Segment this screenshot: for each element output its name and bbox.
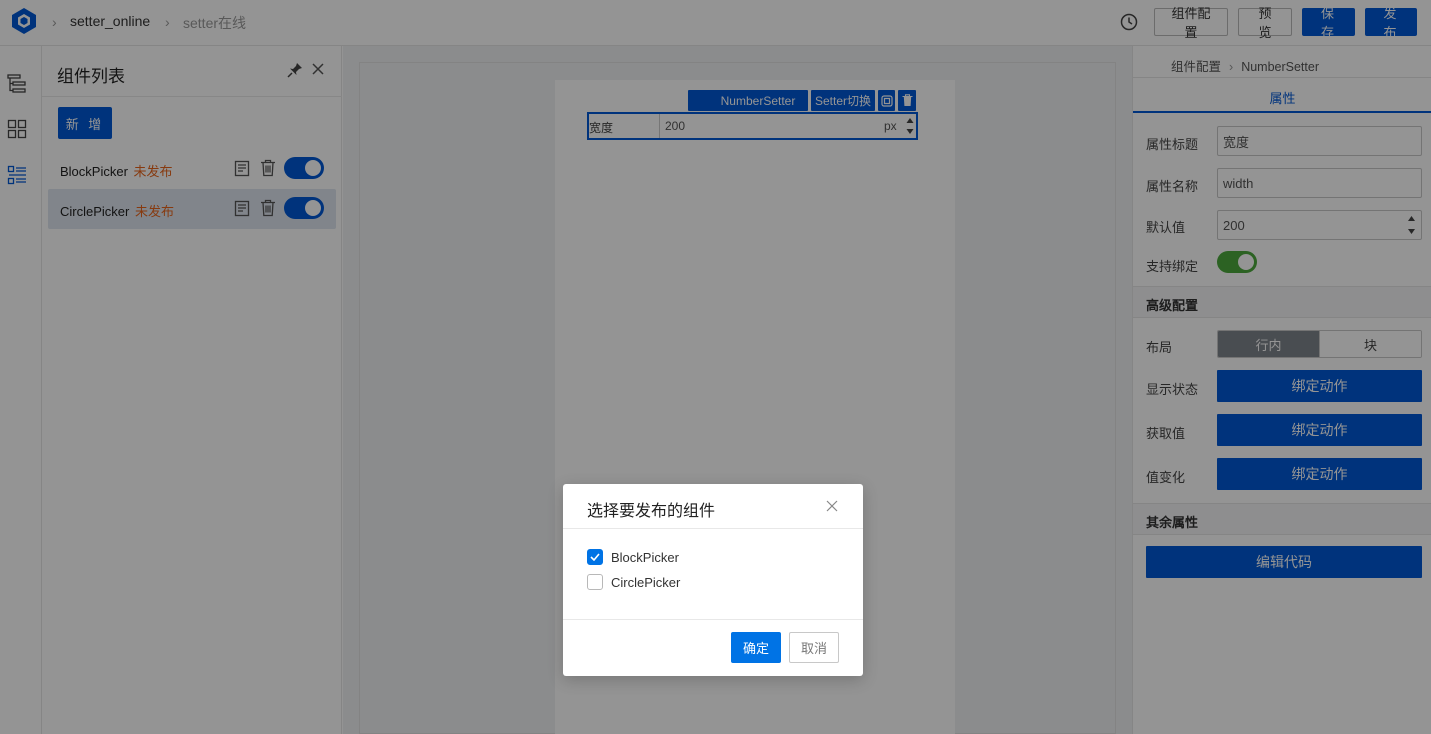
checkbox-unchecked[interactable]	[587, 574, 603, 590]
dialog-title: 选择要发布的组件	[587, 503, 716, 520]
close-icon[interactable]	[826, 500, 838, 512]
confirm-button[interactable]: 确定	[731, 632, 781, 663]
checkbox-checked[interactable]	[587, 549, 603, 565]
option-label: CirclePicker	[611, 574, 681, 590]
dialog-divider	[563, 619, 863, 620]
option-label: BlockPicker	[611, 549, 679, 565]
publish-dialog: 选择要发布的组件 BlockPicker CirclePicker 确定 取消	[563, 484, 863, 676]
publish-option[interactable]: BlockPicker	[587, 549, 679, 565]
publish-option[interactable]: CirclePicker	[587, 574, 680, 590]
cancel-button[interactable]: 取消	[789, 632, 839, 663]
dialog-divider	[563, 528, 863, 529]
